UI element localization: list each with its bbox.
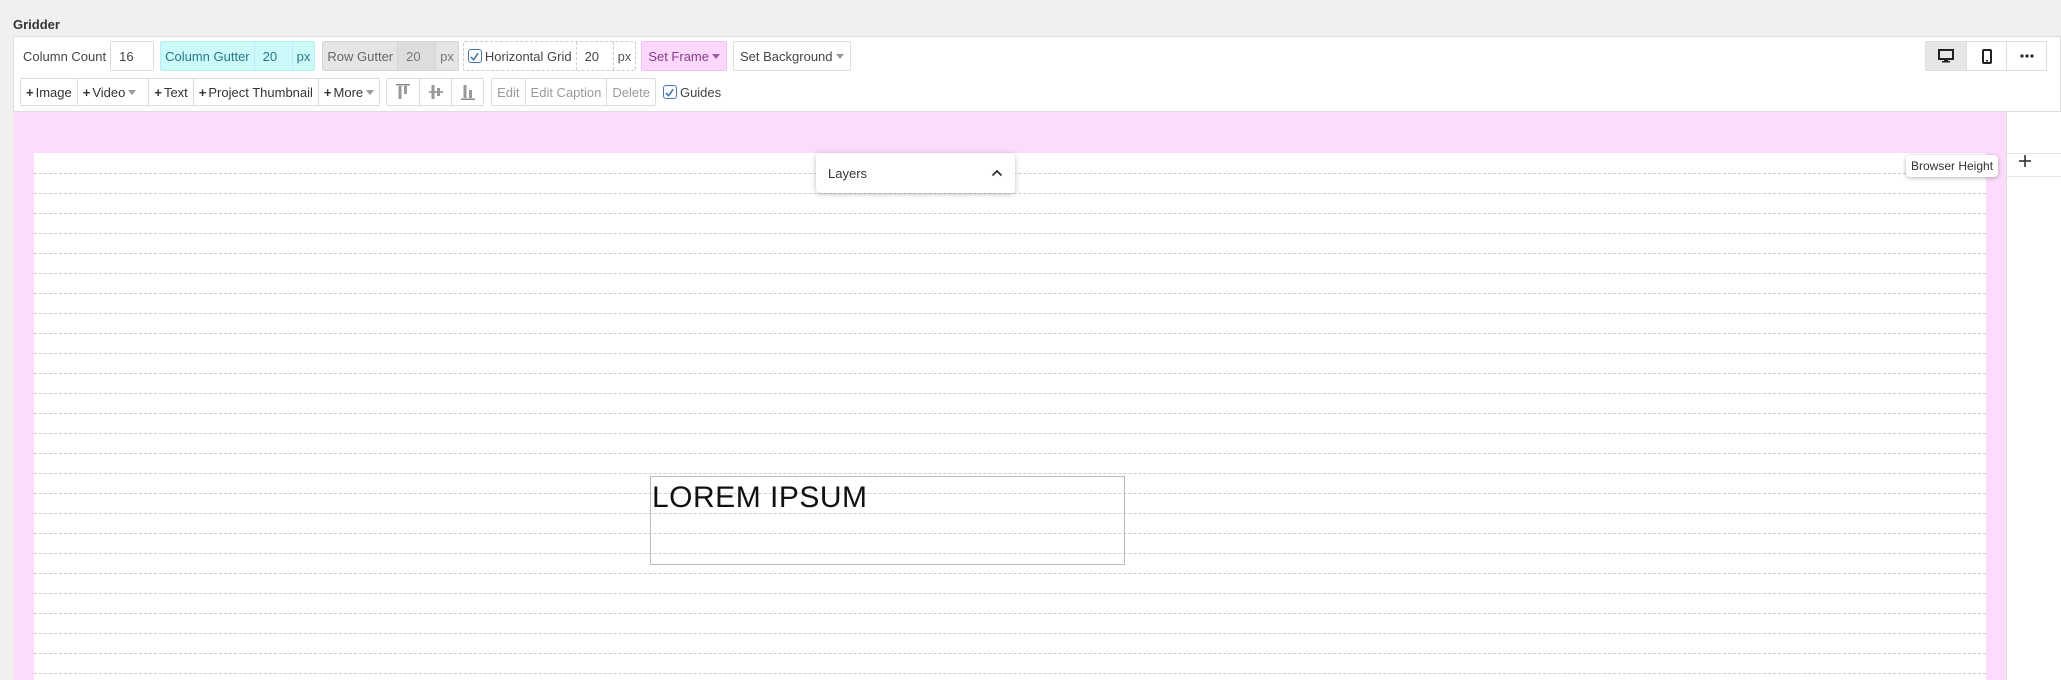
- set-frame-button[interactable]: Set Frame: [641, 41, 727, 71]
- caret-down-icon: [128, 89, 137, 95]
- element-actions-row: + Image + Video + Text + Project Thumbna…: [20, 78, 721, 106]
- row-gutter-label: Row Gutter: [327, 48, 394, 64]
- horizontal-grid-checkbox[interactable]: [467, 49, 482, 63]
- add-text-button[interactable]: + Text: [148, 79, 192, 105]
- align-top-button[interactable]: [387, 79, 419, 105]
- edit-button[interactable]: Edit: [492, 79, 524, 105]
- grid-guide-line: [34, 253, 1986, 254]
- more-options-button[interactable]: [2006, 42, 2046, 70]
- delete-button[interactable]: Delete: [606, 79, 655, 105]
- row-gutter-control: Row Gutter px: [322, 41, 459, 71]
- text-block[interactable]: LOREM IPSUM: [650, 476, 1125, 565]
- grid-canvas[interactable]: [34, 153, 1986, 680]
- row-gutter-unit: px: [435, 42, 458, 70]
- grid-guide-line: [34, 413, 1986, 414]
- horizontal-grid-unit: px: [617, 48, 632, 64]
- browser-height-line: [2007, 176, 2061, 177]
- horizontal-grid-toggle[interactable]: Horizontal Grid: [464, 42, 576, 70]
- grid-guide-line: [34, 633, 1986, 634]
- grid-guide-line: [34, 433, 1986, 434]
- align-group: [386, 78, 485, 106]
- horizontal-grid-control: Horizontal Grid px: [462, 41, 637, 71]
- browser-height-strip: [2006, 112, 2061, 680]
- column-gutter-input[interactable]: [253, 42, 292, 70]
- align-bottom-button[interactable]: [451, 79, 483, 105]
- mobile-view-button[interactable]: [1966, 42, 2006, 70]
- desktop-icon: [1938, 49, 1954, 63]
- horizontal-grid-input[interactable]: [575, 42, 614, 70]
- column-gutter-unit: px: [291, 42, 315, 70]
- layers-panel-header[interactable]: Layers: [816, 153, 1015, 193]
- add-row-button[interactable]: [2015, 151, 2035, 171]
- plus-icon: +: [323, 84, 332, 100]
- grid-guide-line: [34, 393, 1986, 394]
- check-icon: [470, 52, 480, 61]
- grid-guide-line: [34, 653, 1986, 654]
- set-background-button[interactable]: Set Background: [733, 41, 851, 71]
- horizontal-grid-label: Horizontal Grid: [484, 48, 572, 64]
- add-image-button[interactable]: + Image: [21, 79, 77, 105]
- grid-guide-line: [34, 353, 1986, 354]
- edit-caption-button[interactable]: Edit Caption: [524, 79, 607, 105]
- align-middle-icon: [428, 85, 443, 99]
- guides-label: Guides: [679, 84, 722, 100]
- desktop-view-button[interactable]: [1926, 42, 1966, 70]
- edit-group: Edit Edit Caption Delete: [491, 78, 656, 106]
- toolbar: Column Count Column Gutter px Row Gutter…: [13, 36, 2061, 112]
- grid-guide-line: [34, 473, 1986, 474]
- grid-guide-line: [34, 233, 1986, 234]
- grid-guide-line: [34, 573, 1986, 574]
- grid-guide-line: [34, 313, 1986, 314]
- guides-checkbox[interactable]: [662, 85, 677, 99]
- grid-guide-line: [34, 593, 1986, 594]
- grid-guide-line: [34, 333, 1986, 334]
- chevron-up-icon: [991, 169, 1003, 177]
- column-count-control: Column Count: [21, 41, 155, 71]
- plus-icon: +: [198, 84, 207, 100]
- grid-guide-line: [34, 453, 1986, 454]
- check-icon: [665, 88, 675, 97]
- grid-guide-line: [34, 613, 1986, 614]
- add-video-button[interactable]: + Video: [76, 79, 149, 105]
- align-middle-button[interactable]: [419, 79, 451, 105]
- row-gutter-input[interactable]: [397, 42, 436, 70]
- add-element-group: + Image + Video + Text + Project Thumbna…: [20, 78, 381, 106]
- caret-down-icon: [712, 53, 720, 59]
- ellipsis-icon: [2019, 54, 2034, 58]
- caret-down-icon: [835, 53, 844, 59]
- add-project-thumbnail-button[interactable]: + Project Thumbnail: [192, 79, 318, 105]
- align-top-icon: [396, 84, 411, 99]
- caret-down-icon: [366, 89, 375, 95]
- column-count-label: Column Count: [23, 48, 107, 64]
- text-block-content: LOREM IPSUM: [652, 481, 868, 514]
- grid-guide-line: [34, 193, 1986, 194]
- set-frame-label: Set Frame: [648, 48, 709, 64]
- column-gutter-control: Column Gutter px: [160, 41, 316, 71]
- grid-guide-line: [34, 673, 1986, 674]
- grid-guide-line: [34, 273, 1986, 274]
- add-more-button[interactable]: + More: [317, 79, 379, 105]
- plus-icon: +: [154, 84, 162, 100]
- browser-height-tooltip: Browser Height: [1906, 155, 1999, 177]
- column-count-input[interactable]: [110, 41, 155, 71]
- grid-guide-line: [34, 293, 1986, 294]
- plus-icon: +: [82, 84, 91, 100]
- grid-guide-line: [34, 373, 1986, 374]
- guides-toggle[interactable]: Guides: [662, 84, 722, 100]
- grid-settings-row: Column Count Column Gutter px Row Gutter…: [21, 41, 851, 71]
- mobile-icon: [1981, 48, 1992, 64]
- plus-icon: [2019, 155, 2031, 167]
- grid-guide-line: [34, 213, 1986, 214]
- layers-label: Layers: [828, 165, 868, 181]
- set-background-label: Set Background: [740, 48, 833, 64]
- align-bottom-icon: [460, 85, 475, 100]
- plus-icon: +: [26, 84, 34, 100]
- app-title: Gridder: [13, 17, 60, 32]
- column-gutter-label: Column Gutter: [165, 48, 250, 64]
- view-toggle: [1925, 41, 2047, 71]
